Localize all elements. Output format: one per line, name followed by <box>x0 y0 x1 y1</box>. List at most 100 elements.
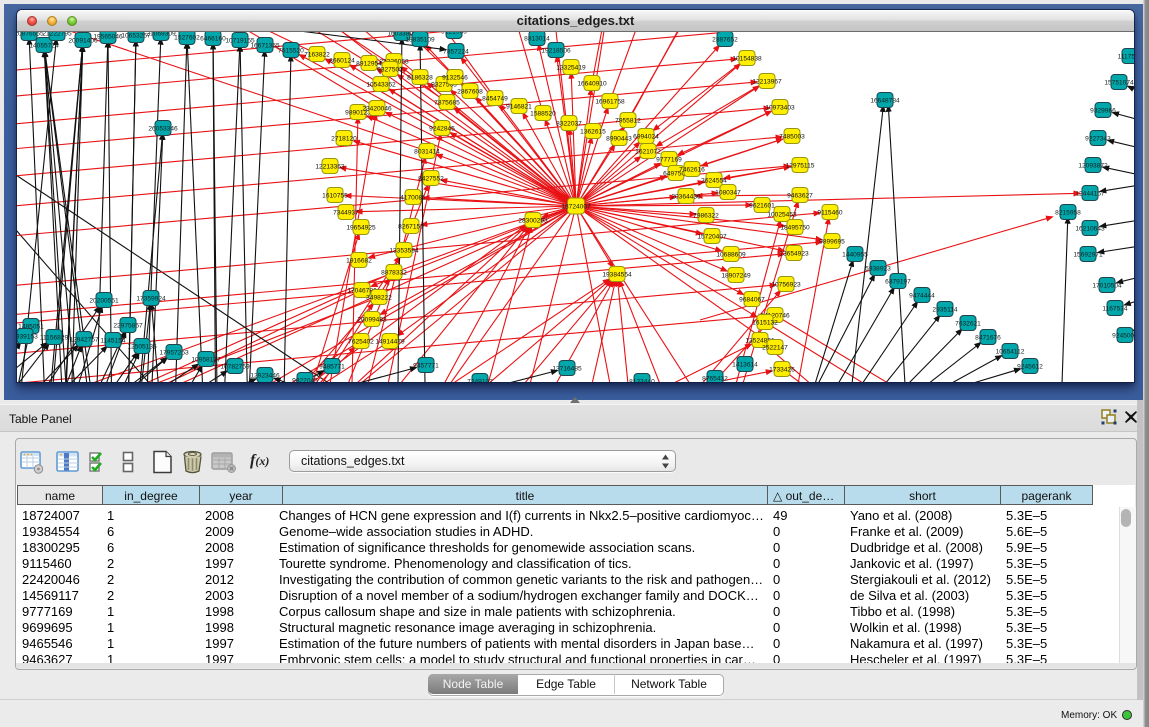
svg-text:12942757: 12942757 <box>69 337 99 344</box>
svg-text:19565046: 19565046 <box>93 34 123 41</box>
svg-text:20364436: 20364436 <box>671 194 701 201</box>
svg-text:1362615: 1362615 <box>580 129 606 136</box>
svg-text:7632621: 7632621 <box>955 321 981 328</box>
svg-text:1145154: 1145154 <box>100 338 126 345</box>
svg-text:8031414: 8031414 <box>414 149 440 156</box>
svg-text:9899695: 9899695 <box>819 239 845 246</box>
svg-text:9146821: 9146821 <box>506 104 532 111</box>
svg-text:16961758: 16961758 <box>595 99 625 106</box>
svg-text:13716485: 13716485 <box>552 366 582 373</box>
svg-text:20099483: 20099483 <box>357 317 387 324</box>
svg-text:8427552: 8427552 <box>418 176 444 183</box>
svg-text:12444157: 12444157 <box>1075 191 1105 198</box>
svg-text:12093872: 12093872 <box>1078 163 1108 170</box>
svg-text:1621072: 1621072 <box>635 149 661 156</box>
svg-text:10654112: 10654112 <box>996 349 1025 356</box>
svg-text:18835109: 18835109 <box>405 37 435 44</box>
svg-text:15751074: 15751074 <box>1104 80 1134 87</box>
svg-text:10025453: 10025453 <box>767 212 797 219</box>
svg-text:1527602: 1527602 <box>174 35 200 42</box>
svg-text:15720407: 15720407 <box>697 234 727 241</box>
svg-text:17957253: 17957253 <box>159 350 189 357</box>
svg-text:1939153: 1939153 <box>17 334 38 341</box>
svg-text:9474444: 9474444 <box>909 293 935 300</box>
svg-text:18724007: 18724007 <box>561 204 591 211</box>
svg-text:13654923: 13654923 <box>779 251 809 258</box>
svg-text:16640910: 16640910 <box>577 81 607 88</box>
svg-text:9684067: 9684067 <box>739 297 765 304</box>
svg-text:13353594: 13353594 <box>389 248 419 255</box>
svg-text:20200551: 20200551 <box>89 298 119 305</box>
svg-text:19384554: 19384554 <box>602 272 632 279</box>
svg-text:8765432: 8765432 <box>702 376 728 383</box>
svg-text:10688609: 10688609 <box>716 252 746 259</box>
svg-text:15692971: 15692971 <box>1073 252 1103 259</box>
svg-text:16671355: 16671355 <box>250 43 280 50</box>
svg-text:17010504: 17010504 <box>1092 283 1122 290</box>
svg-text:7249102: 7249102 <box>467 379 493 383</box>
svg-text:11156829: 11156829 <box>40 335 69 342</box>
svg-text:8990443: 8990443 <box>606 136 632 143</box>
svg-text:7462616: 7462616 <box>679 167 705 174</box>
svg-text:9463627: 9463627 <box>787 193 813 200</box>
svg-text:6879197: 6879197 <box>885 279 911 286</box>
svg-text:12505135: 12505135 <box>127 344 157 351</box>
svg-text:7485003: 7485003 <box>779 134 805 141</box>
svg-text:3498222: 3498222 <box>366 295 392 302</box>
svg-text:16648784: 16648784 <box>870 98 900 105</box>
svg-text:8813014: 8813014 <box>524 36 550 43</box>
svg-text:18495750: 18495750 <box>780 225 810 232</box>
svg-text:19218506: 19218506 <box>541 48 571 55</box>
svg-text:2935114: 2935114 <box>932 307 958 314</box>
svg-text:8471676: 8471676 <box>975 335 1001 342</box>
svg-text:9245612: 9245612 <box>1017 364 1043 371</box>
svg-text:9327503: 9327503 <box>377 67 403 74</box>
svg-text:10973403: 10973403 <box>765 105 795 112</box>
svg-text:1588520: 1588520 <box>530 111 556 118</box>
svg-text:10154838: 10154838 <box>732 56 762 63</box>
svg-text:20876555: 20876555 <box>17 32 44 38</box>
svg-text:9242845: 9242845 <box>429 126 455 133</box>
svg-text:14055724: 14055724 <box>29 43 59 50</box>
svg-text:7875685: 7875685 <box>434 100 460 107</box>
svg-text:18907249: 18907249 <box>721 273 751 280</box>
svg-text:7163822: 7163822 <box>304 52 330 59</box>
svg-text:16210643: 16210643 <box>1075 226 1105 233</box>
svg-text:9485771: 9485771 <box>319 364 345 371</box>
svg-text:9621601: 9621601 <box>749 203 775 210</box>
svg-text:1733426: 1733426 <box>769 367 795 374</box>
svg-text:8267150: 8267150 <box>398 224 424 231</box>
svg-text:26053346: 26053346 <box>148 126 178 133</box>
svg-text:10782759: 10782759 <box>220 364 250 371</box>
svg-text:23420046: 23420046 <box>362 106 392 113</box>
svg-text:7986322: 7986322 <box>693 213 719 220</box>
svg-text:4170081: 4170081 <box>400 195 426 202</box>
svg-text:1080347: 1080347 <box>715 190 741 197</box>
svg-text:1117534: 1117534 <box>1118 54 1134 61</box>
svg-text:2867608: 2867608 <box>457 89 483 96</box>
svg-text:2718120: 2718120 <box>331 136 357 143</box>
svg-text:8878332: 8878332 <box>381 270 407 277</box>
svg-text:12975115: 12975115 <box>786 163 815 170</box>
svg-text:9822045: 9822045 <box>292 378 318 383</box>
svg-text:7955812: 7955812 <box>615 118 641 125</box>
svg-text:9777169: 9777169 <box>656 157 682 164</box>
svg-text:8322037: 8322037 <box>556 121 582 128</box>
svg-text:3624554: 3624554 <box>701 178 727 185</box>
svg-text:14914479: 14914479 <box>375 339 405 346</box>
svg-text:1167534: 1167534 <box>1102 306 1128 313</box>
svg-text:10543362: 10543362 <box>366 82 396 89</box>
svg-text:19654925: 19654925 <box>346 225 376 232</box>
svg-text:12923446: 12923446 <box>250 373 280 380</box>
svg-text:8660124: 8660124 <box>329 58 355 65</box>
svg-text:7625402: 7625402 <box>348 339 374 346</box>
svg-text:7515520: 7515520 <box>278 48 304 55</box>
svg-text:8123440: 8123440 <box>629 379 655 383</box>
svg-text:1440955: 1440955 <box>842 252 868 259</box>
svg-text:9227343: 9227343 <box>1085 136 1111 143</box>
svg-text:8454749: 8454749 <box>482 96 508 103</box>
svg-text:8186328: 8186328 <box>407 75 433 82</box>
svg-text:2522147: 2522147 <box>762 345 788 352</box>
svg-text:12213967: 12213967 <box>752 79 782 86</box>
svg-text:8215958: 8215958 <box>1055 210 1081 217</box>
